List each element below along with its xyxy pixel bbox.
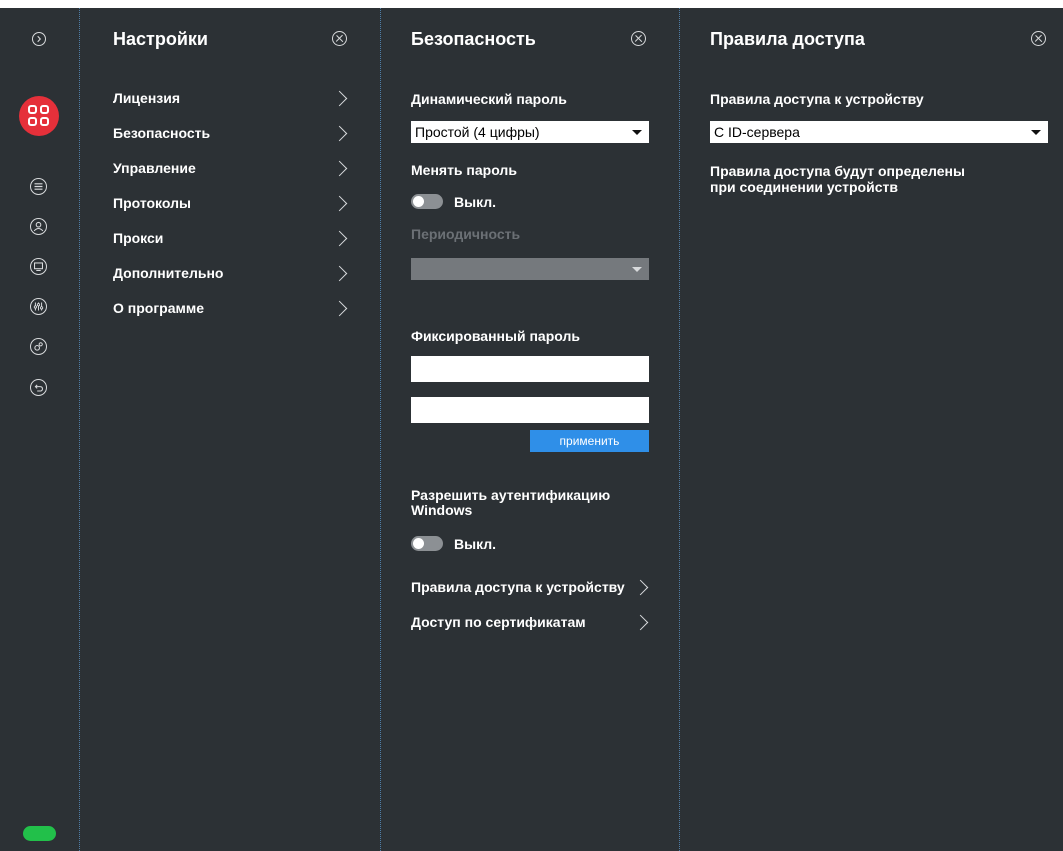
link-label: Правила доступа к устройству xyxy=(411,579,625,595)
menu-item-label: Лицензия xyxy=(113,90,181,106)
menu-item-label: Протоколы xyxy=(113,195,191,211)
close-access-icon[interactable] xyxy=(1031,31,1046,46)
password-confirm-input[interactable] xyxy=(411,397,649,423)
chevron-right-icon xyxy=(331,125,348,142)
caret-down-icon xyxy=(632,130,642,135)
change-password-toggle[interactable] xyxy=(411,194,443,209)
monitor-icon[interactable] xyxy=(30,258,47,275)
access-title: Правила доступа xyxy=(710,29,865,49)
settings-item-proxy[interactable]: Прокси xyxy=(113,226,358,250)
windows-auth-label-line1: Разрешить аутентификацию xyxy=(411,487,611,503)
equalizer-icon[interactable] xyxy=(30,298,47,315)
select-value: Простой (4 цифры) xyxy=(415,124,540,140)
chevron-right-icon xyxy=(331,90,348,107)
status-indicator xyxy=(23,826,56,841)
apps-icon[interactable] xyxy=(19,96,59,136)
chevron-right-icon xyxy=(331,195,348,212)
fixed-password-label: Фиксированный пароль xyxy=(411,328,580,344)
settings-title: Настройки xyxy=(113,29,208,49)
security-title: Безопасность xyxy=(411,29,536,49)
dynamic-password-label: Динамический пароль xyxy=(411,91,567,107)
settings-item-protocols[interactable]: Протоколы xyxy=(113,191,358,215)
access-note-line2: при соединении устройств xyxy=(710,179,898,195)
undo-icon[interactable] xyxy=(30,379,47,396)
close-security-icon[interactable] xyxy=(631,31,646,46)
periodicity-label: Периодичность xyxy=(411,226,521,242)
chevron-right-icon xyxy=(632,579,649,596)
settings-gears-icon[interactable] xyxy=(30,338,47,355)
collapse-icon[interactable] xyxy=(32,32,46,46)
menu-item-label: О программе xyxy=(113,300,205,316)
divider xyxy=(679,8,680,851)
chevron-right-icon xyxy=(331,300,348,317)
windows-auth-toggle-label: Выкл. xyxy=(454,536,497,552)
caret-down-icon xyxy=(632,267,642,272)
link-label: Доступ по сертификатам xyxy=(411,614,586,630)
menu-item-label: Прокси xyxy=(113,230,164,246)
dynamic-password-select[interactable]: Простой (4 цифры) xyxy=(411,121,649,143)
app-window: Настройки Лицензия Безопасность Управлен… xyxy=(0,8,1063,851)
cert-access-link[interactable]: Доступ по сертификатам xyxy=(411,610,656,634)
settings-item-management[interactable]: Управление xyxy=(113,156,358,180)
access-note-line1: Правила доступа будут определены xyxy=(710,163,965,179)
access-rules-label: Правила доступа к устройству xyxy=(710,91,924,107)
change-password-toggle-label: Выкл. xyxy=(454,194,497,210)
list-icon[interactable] xyxy=(30,178,47,195)
contacts-icon[interactable] xyxy=(30,218,47,235)
menu-item-label: Безопасность xyxy=(113,125,211,141)
password-input[interactable] xyxy=(411,356,649,382)
chevron-right-icon xyxy=(331,265,348,282)
change-password-label: Менять пароль xyxy=(411,162,517,178)
close-settings-icon[interactable] xyxy=(332,31,347,46)
settings-item-advanced[interactable]: Дополнительно xyxy=(113,261,358,285)
select-value: С ID-сервера xyxy=(714,124,800,140)
settings-item-license[interactable]: Лицензия xyxy=(113,86,358,110)
windows-auth-label-line2: Windows xyxy=(411,502,473,518)
access-rules-select[interactable]: С ID-сервера xyxy=(710,121,1048,143)
divider xyxy=(380,8,381,851)
chevron-right-icon xyxy=(632,614,649,631)
chevron-right-icon xyxy=(331,230,348,247)
windows-auth-toggle[interactable] xyxy=(411,536,443,551)
access-rules-link[interactable]: Правила доступа к устройству xyxy=(411,575,656,599)
divider xyxy=(79,8,80,851)
caret-down-icon xyxy=(1031,130,1041,135)
menu-item-label: Дополнительно xyxy=(113,265,224,281)
apply-button[interactable]: применить xyxy=(530,430,649,452)
settings-item-security[interactable]: Безопасность xyxy=(113,121,358,145)
chevron-right-icon xyxy=(331,160,348,177)
periodicity-select xyxy=(411,258,649,280)
settings-item-about[interactable]: О программе xyxy=(113,296,358,320)
menu-item-label: Управление xyxy=(113,160,196,176)
